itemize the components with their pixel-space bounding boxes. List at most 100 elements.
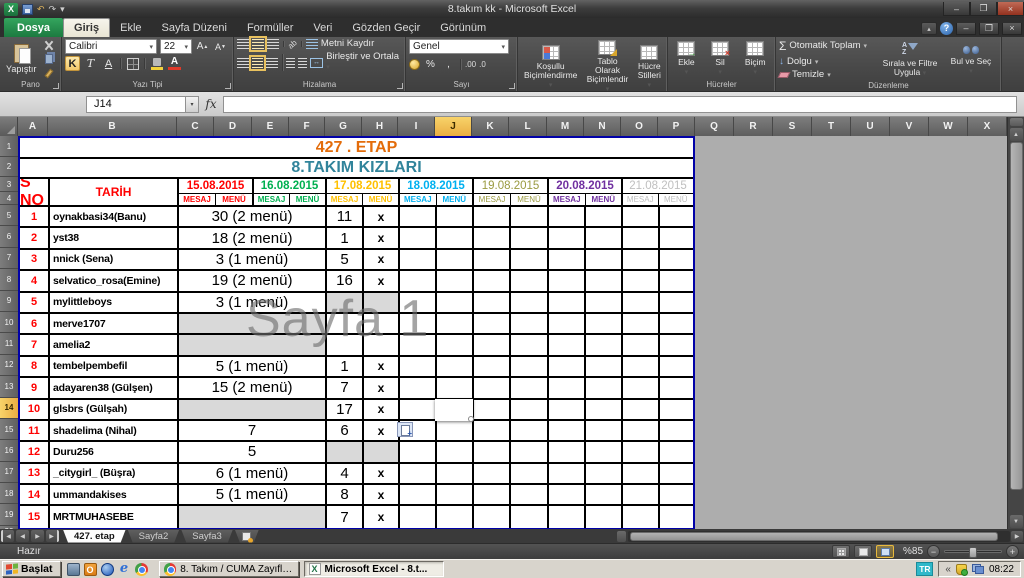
cell-empty[interactable] (660, 378, 693, 397)
cell-empty[interactable] (623, 335, 660, 354)
cell-merged-value[interactable]: 30 (2 menü) (179, 207, 327, 226)
cell-mesaj[interactable]: 8 (327, 485, 364, 504)
column-header-I[interactable]: I (398, 117, 435, 136)
align-middle-button[interactable] (252, 39, 264, 49)
cell-s-no[interactable]: 11 (20, 421, 50, 440)
cell-empty[interactable] (437, 314, 474, 333)
row-header-2[interactable]: 2 (0, 157, 18, 177)
cell-empty[interactable] (586, 400, 623, 419)
zoom-level[interactable]: %85 (898, 546, 923, 557)
cell-name[interactable]: shadelima (Nihal) (50, 421, 179, 440)
cell-empty[interactable] (511, 357, 549, 376)
cell-s-no[interactable]: 13 (20, 464, 50, 483)
column-header-M[interactable]: M (547, 117, 584, 136)
row-header-17[interactable]: 17 (0, 462, 18, 483)
cell-empty[interactable] (660, 207, 693, 226)
column-header-O[interactable]: O (621, 117, 658, 136)
tab-formüller[interactable]: Formüller (237, 18, 303, 37)
shrink-font-button[interactable]: A▼ (213, 39, 228, 54)
next-sheet-icon[interactable]: ▶ (31, 530, 44, 542)
merge-center-button[interactable]: Birleştir ve Ortala ▾ (326, 52, 402, 73)
cell-empty[interactable] (511, 335, 549, 354)
cell-empty[interactable] (437, 378, 474, 397)
column-header-G[interactable]: G (325, 117, 362, 136)
cell-empty[interactable] (400, 207, 437, 226)
cell-empty[interactable] (474, 271, 511, 290)
cell-empty[interactable] (586, 421, 623, 440)
vertical-scrollbar[interactable]: ▲ ▼ (1007, 117, 1024, 529)
row-header-5[interactable]: 5 (0, 205, 18, 226)
view-page-break-button[interactable] (876, 545, 894, 558)
column-header-W[interactable]: W (929, 117, 968, 136)
header-s-no[interactable]: S NO (20, 179, 50, 205)
dialog-launcher-icon[interactable] (225, 83, 231, 89)
cell-menu[interactable]: x (364, 357, 400, 376)
cell-name[interactable]: yst38 (50, 228, 179, 247)
cell-styles-button[interactable]: Hücre Stilleri ▾ (635, 44, 664, 91)
cell-mesaj[interactable]: 1 (327, 228, 364, 247)
cell-empty[interactable] (586, 485, 623, 504)
row-header-3[interactable]: 3 (0, 177, 18, 192)
cell-empty[interactable] (474, 506, 511, 527)
network-icon[interactable] (972, 564, 984, 574)
cell-merged-value[interactable] (179, 506, 327, 527)
tab-veri[interactable]: Veri (303, 18, 342, 37)
cell-mesaj[interactable]: 6 (327, 421, 364, 440)
font-name-select[interactable]: Calibri▾ (65, 39, 157, 54)
header-mesaj[interactable]: MESAJ (549, 194, 586, 205)
currency-format-button[interactable] (409, 59, 420, 70)
formula-input[interactable] (223, 96, 1017, 113)
row-header-19[interactable]: 19 (0, 504, 18, 525)
header-date[interactable]: 15.08.2015 (179, 179, 252, 194)
cell-empty[interactable] (511, 250, 549, 269)
cell-menu[interactable]: x (364, 271, 400, 290)
cell-empty[interactable] (400, 357, 437, 376)
cell-empty[interactable] (660, 421, 693, 440)
cell-empty[interactable] (437, 421, 474, 440)
generic-app-icon[interactable] (67, 563, 80, 576)
dialog-launcher-icon[interactable] (53, 83, 59, 89)
row-header-6[interactable]: 6 (0, 226, 18, 247)
cell-empty[interactable] (437, 271, 474, 290)
cell-menu[interactable]: x (364, 207, 400, 226)
cell-empty[interactable] (549, 335, 586, 354)
cell-mesaj[interactable]: 16 (327, 271, 364, 290)
cell-empty[interactable] (660, 464, 693, 483)
decrease-decimal-button[interactable]: .0 (479, 60, 486, 69)
header-menü[interactable]: MENÜ (586, 194, 622, 205)
cell-empty[interactable] (474, 378, 511, 397)
tab-ekle[interactable]: Ekle (110, 18, 151, 37)
cell-s-no[interactable]: 7 (20, 335, 50, 354)
cell-empty[interactable] (511, 485, 549, 504)
cell-mesaj[interactable]: 1 (327, 357, 364, 376)
cell-menu[interactable]: x (364, 485, 400, 504)
cell-empty[interactable] (586, 228, 623, 247)
font-color-button[interactable]: A (167, 56, 182, 71)
align-bottom-button[interactable] (267, 39, 279, 49)
column-header-C[interactable]: C (177, 117, 214, 136)
row-header-16[interactable]: 16 (0, 440, 18, 461)
scroll-down-icon[interactable]: ▼ (1010, 515, 1023, 528)
row-header-8[interactable]: 8 (0, 269, 18, 290)
cell-s-no[interactable]: 9 (20, 378, 50, 397)
cell-empty[interactable] (511, 228, 549, 247)
cell-empty[interactable] (549, 271, 586, 290)
cell-mesaj[interactable] (327, 442, 364, 461)
number-format-select[interactable]: Genel▾ (409, 39, 509, 54)
header-date[interactable]: 18.08.2015 (400, 179, 472, 194)
cell-empty[interactable] (549, 357, 586, 376)
workbook-close-button[interactable]: × (1002, 23, 1022, 35)
language-indicator[interactable]: TR (916, 562, 933, 576)
header-date[interactable]: 20.08.2015 (549, 179, 621, 194)
taskbar-button-chrome[interactable]: 8. Takım / CUMA Zayıfla... (159, 561, 299, 577)
percent-format-button[interactable]: % (423, 57, 438, 72)
cell-empty[interactable] (474, 207, 511, 226)
column-header-N[interactable]: N (584, 117, 621, 136)
cell-empty[interactable] (549, 293, 586, 312)
zoom-slider-thumb[interactable] (969, 547, 977, 558)
cell-empty[interactable] (586, 335, 623, 354)
fx-icon[interactable]: fx (199, 97, 223, 111)
cell-empty[interactable] (660, 271, 693, 290)
format-cells-button[interactable]: Biçim▾ (742, 40, 769, 78)
row-header-4[interactable]: 4 (0, 192, 18, 205)
